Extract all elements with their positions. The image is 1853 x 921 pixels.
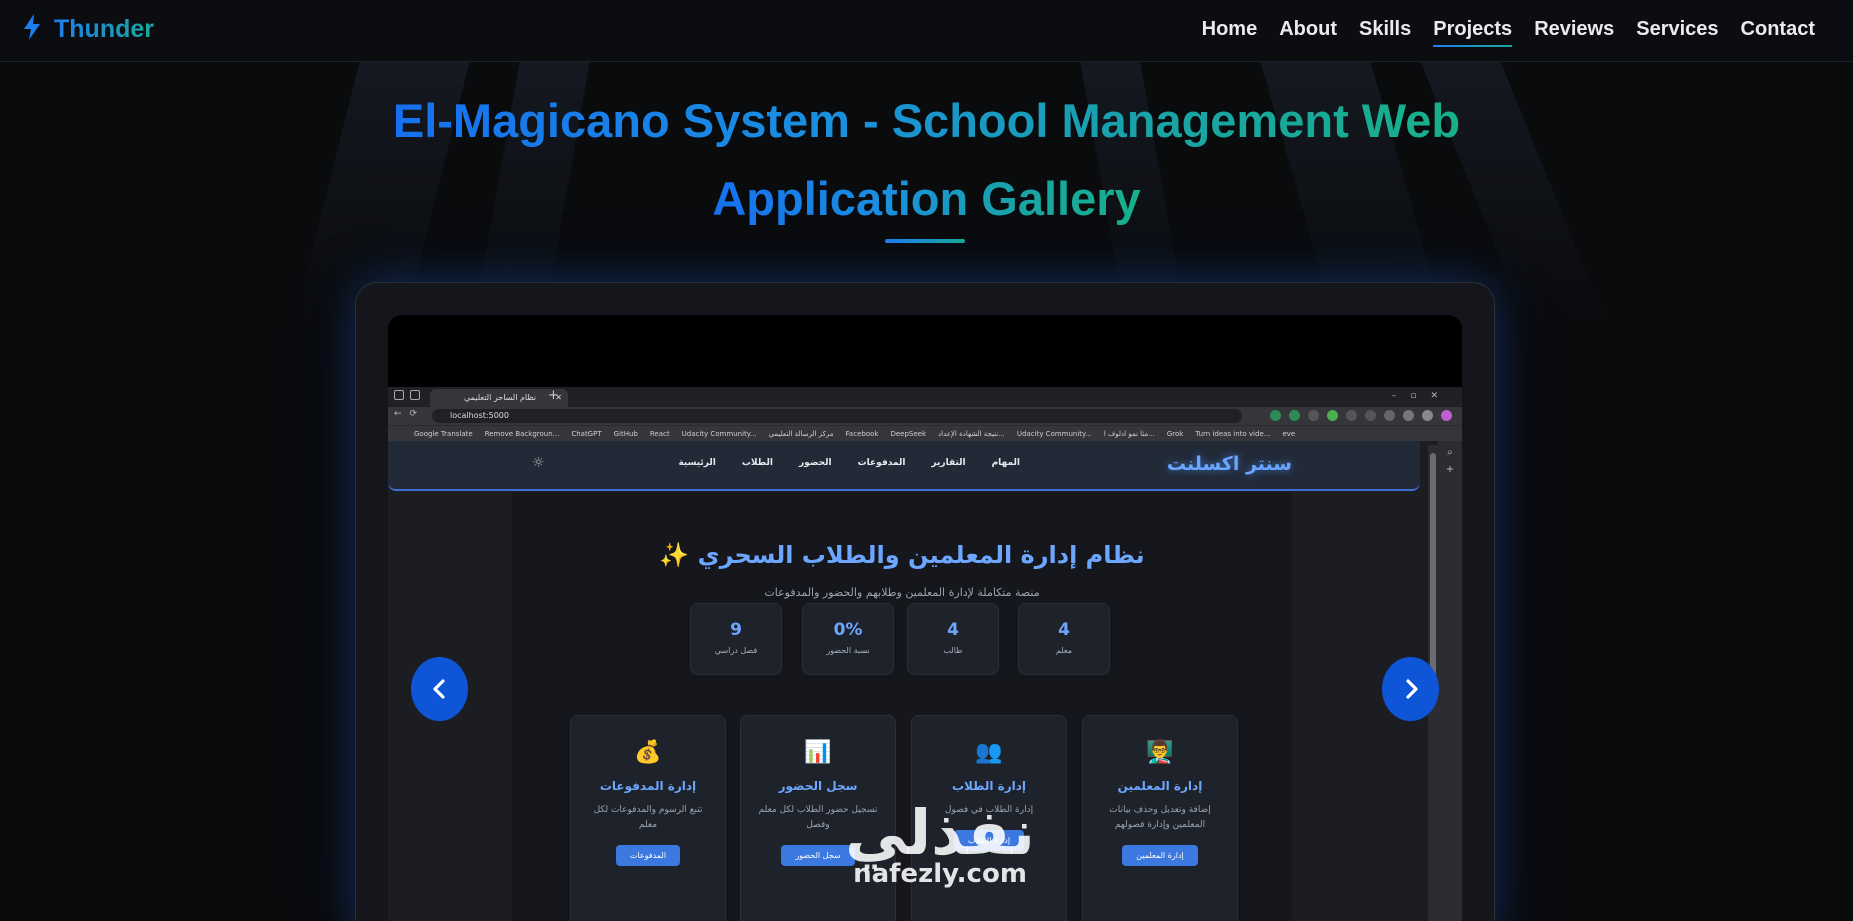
stat-value: 9 [730, 620, 742, 640]
watermark-latin: nafezly.com [853, 859, 1027, 889]
nav-home[interactable]: Home [1202, 18, 1258, 45]
stat-attendance: 0% نسبة الحضور [802, 603, 894, 675]
app-nav-links: الرئيسية الطلاب الحضور المدفوعات التقاري… [678, 458, 1020, 468]
browser-side-panel: ⌕ + [1438, 441, 1462, 921]
card-title: إدارة الطلاب [951, 779, 1027, 793]
window-controls-icon: –▫✕ [1391, 391, 1452, 401]
bookmark-item: مركز الرسالة التعليمي [768, 429, 834, 438]
bookmark-item: GitHub [613, 429, 638, 438]
watermark: نفذلي nafezly.com [820, 796, 1060, 889]
app-link-home: الرئيسية [678, 458, 716, 468]
gallery-title: El-Magicano System - School Management W… [0, 82, 1853, 238]
nav-services[interactable]: Services [1636, 18, 1718, 45]
stat-label: فصل دراسي [714, 646, 758, 655]
browser-url: localhost:5000 [432, 409, 1242, 423]
money-bag-icon: 💰 [634, 740, 662, 765]
bookmark-item: Google Translate [414, 429, 473, 438]
title-underline [885, 239, 965, 243]
stat-value: 4 [947, 620, 959, 640]
browser-address-bar: ←⟳ localhost:5000 [388, 407, 1462, 425]
stat-teachers: 4 معلم [1018, 603, 1110, 675]
stat-label: طالب [943, 646, 963, 655]
browser-menu-icon [394, 390, 404, 400]
nav-skills[interactable]: Skills [1359, 18, 1411, 45]
card-title: سجل الحضور [778, 779, 858, 793]
app-link-attendance: الحضور [798, 458, 832, 468]
browser-extension-icons [1270, 410, 1452, 421]
bookmark-item: DeepSeek [890, 429, 927, 438]
app-brand: سنتر اكسلنت [1166, 453, 1292, 475]
stat-label: معلم [1055, 646, 1073, 655]
bookmark-item: نتيجة الشهادة الإعداد... [938, 429, 1005, 438]
brand-name: Thunder [54, 14, 154, 43]
search-icon: ⌕ [1447, 447, 1453, 458]
bookmark-item: Turn ideas into vide... [1195, 429, 1271, 438]
bookmark-item: Udacity Community... [1016, 429, 1092, 438]
app-link-students: الطلاب [741, 458, 773, 468]
app-subtitle: منصة متكاملة لإدارة المعلمين وطلابهم وال… [764, 586, 1040, 599]
bookmark-item: Grok [1166, 429, 1184, 438]
bookmark-item: eve [1282, 429, 1296, 438]
card-teachers: 👨‍🏫 إدارة المعلمين إضافة وتعديل وحذف بيا… [1082, 715, 1238, 921]
card-title: إدارة المعلمين [1117, 779, 1203, 793]
browser-nav-icons: ←⟳ [394, 409, 426, 419]
users-icon: 👥 [975, 740, 1003, 765]
app-link-reports: التقارير [931, 458, 966, 468]
teacher-icon: 👨‍🏫 [1146, 740, 1174, 765]
card-description: إضافة وتعديل وحذف بيانات المعلمين وإدارة… [1109, 805, 1211, 830]
nav-projects[interactable]: Projects [1433, 18, 1512, 47]
nav-about[interactable]: About [1279, 18, 1337, 45]
stat-students: 4 طالب [907, 603, 999, 675]
chevron-right-icon [1405, 679, 1418, 699]
card-button: إدارة المعلمين [1122, 845, 1198, 866]
top-navbar: Thunder Home About Skills Projects Revie… [0, 0, 1853, 62]
lightning-icon [22, 14, 42, 44]
bookmark-item: Facebook [845, 429, 879, 438]
card-description: تتبع الرسوم والمدفوعات لكل معلم [593, 805, 703, 830]
carousel-next-button[interactable] [1382, 657, 1439, 721]
carousel-prev-button[interactable] [411, 657, 468, 721]
sun-icon: ☼ [532, 455, 545, 471]
chart-icon: 📊 [804, 740, 832, 765]
brand-logo[interactable]: Thunder [22, 14, 154, 44]
bookmark-item: Remove Backgroun... [484, 429, 560, 438]
browser-tab-icon [410, 390, 420, 400]
main-nav: Home About Skills Projects Reviews Servi… [1202, 18, 1815, 47]
nav-reviews[interactable]: Reviews [1534, 18, 1614, 45]
browser-tab-title: نظام الساحر التعليمي [464, 393, 537, 402]
gallery-title-line2: Application Gallery [712, 172, 1141, 225]
card-payments: 💰 إدارة المدفوعات تتبع الرسوم والمدفوعات… [570, 715, 726, 921]
card-button: المدفوعات [615, 845, 681, 866]
gallery-title-line1: El-Magicano System - School Management W… [392, 94, 1461, 147]
app-navbar: ☼ الرئيسية الطلاب الحضور المدفوعات التقا… [388, 441, 1420, 491]
bookmark-item: مثا نمو ادلوف ا... [1103, 429, 1155, 438]
stat-label: نسبة الحضور [826, 646, 870, 655]
stat-value: 0% [833, 620, 863, 640]
nav-contact[interactable]: Contact [1741, 18, 1815, 45]
card-title: إدارة المدفوعات [599, 779, 697, 793]
plus-icon: + [548, 388, 559, 403]
bookmark-item: ChatGPT [571, 429, 602, 438]
browser-tab-strip: نظام الساحر التعليمي ✕ + –▫✕ [388, 387, 1462, 407]
app-link-tasks: المهام [991, 458, 1020, 468]
app-heading: نظام إدارة المعلمين والطلاب السحري ✨ [659, 541, 1145, 569]
watermark-arabic: نفذلي [845, 796, 1035, 869]
bookmark-item: React [649, 429, 670, 438]
stat-classes: 9 فصل دراسي [690, 603, 782, 675]
chevron-left-icon [432, 679, 445, 699]
app-link-payments: المدفوعات [857, 458, 906, 468]
plus-icon: + [1445, 464, 1455, 475]
stat-value: 4 [1058, 620, 1070, 640]
bookmark-item: Udacity Community... [681, 429, 757, 438]
browser-bookmarks-bar: Google Translate Remove Backgroun... Cha… [388, 425, 1462, 441]
